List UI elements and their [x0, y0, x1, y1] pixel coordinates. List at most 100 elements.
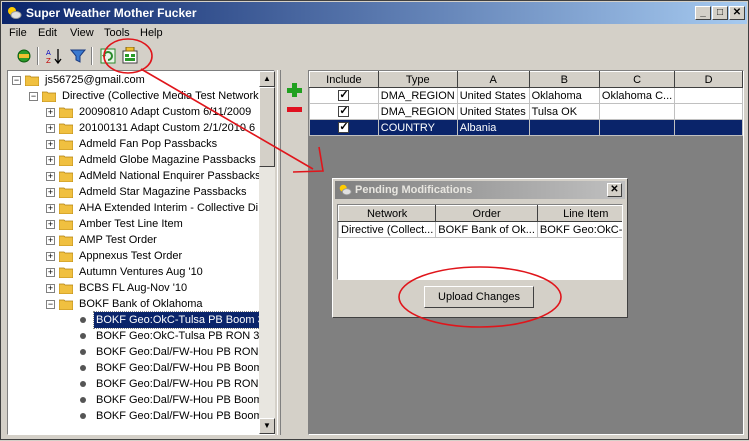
dialog-title-bar[interactable]: Pending Modifications ✕: [335, 181, 625, 199]
column-header-a[interactable]: A: [456, 71, 530, 88]
table-cell[interactable]: [598, 103, 676, 120]
column-header-include[interactable]: Include: [309, 71, 379, 88]
table-row[interactable]: DMA_REGION United States Tulsa OK: [309, 103, 743, 120]
table-cell[interactable]: BOKF Geo:OkC-...: [536, 221, 622, 238]
remove-icon[interactable]: [284, 101, 304, 119]
expand-icon[interactable]: +: [46, 108, 55, 117]
tree-item-label[interactable]: 20100131 Adapt Custom 2/1/2010 6: [77, 120, 257, 136]
expand-icon[interactable]: +: [46, 252, 55, 261]
tree-leaf-item[interactable]: BOKF Geo:OkC-Tulsa PB Boom 30: [8, 311, 274, 329]
tree-leaf-item[interactable]: BOKF Geo:Dal/FW-Hou PB Boom: [8, 392, 274, 408]
maximize-button[interactable]: □: [712, 6, 728, 20]
tree-folder-item[interactable]: + BCBS FL Aug-Nov '10: [8, 280, 274, 296]
table-cell[interactable]: [674, 119, 743, 136]
table-cell[interactable]: DMA_REGION: [377, 87, 458, 104]
table-row[interactable]: DMA_REGION United States Oklahoma Oklaho…: [309, 87, 743, 104]
tree-folder-item[interactable]: + Admeld Globe Magazine Passbacks: [8, 152, 274, 168]
tree-item-label[interactable]: BOKF Geo:Dal/FW-Hou PB RON 3: [94, 344, 270, 360]
tree-view[interactable]: − js56725@gmail.com − Directive (Collective…: [7, 70, 275, 435]
title-bar[interactable]: Super Weather Mother Fucker _ □ ✕: [2, 2, 747, 24]
dialog-close-button[interactable]: ✕: [607, 183, 622, 197]
include-checkbox[interactable]: [338, 89, 350, 102]
tree-leaf-item[interactable]: BOKF Geo:Dal/FW-Hou PB RON 3: [8, 344, 274, 360]
tree-item-label[interactable]: Directive (Collective Media Test Network: [60, 88, 261, 104]
tree-folder-item[interactable]: + Admeld Fan Pop Passbacks: [8, 136, 274, 152]
column-header-type[interactable]: Type: [377, 71, 458, 88]
include-checkbox-cell[interactable]: [309, 103, 379, 120]
refresh-icon[interactable]: [99, 47, 117, 65]
expand-icon[interactable]: +: [46, 188, 55, 197]
include-checkbox[interactable]: [338, 105, 350, 118]
menu-edit[interactable]: Edit: [38, 27, 57, 39]
table-cell[interactable]: [598, 119, 676, 136]
table-cell[interactable]: Albania: [456, 119, 530, 136]
expand-icon[interactable]: +: [46, 220, 55, 229]
tree-folder-item[interactable]: +20090810 Adapt Custom 6/11/2009: [8, 104, 274, 120]
table-cell[interactable]: United States: [456, 87, 530, 104]
menu-tools[interactable]: Tools: [104, 27, 130, 39]
table-cell[interactable]: COUNTRY: [377, 119, 458, 136]
minimize-button[interactable]: _: [695, 6, 711, 20]
tree-item-label[interactable]: Autumn Ventures Aug '10: [77, 264, 205, 280]
tree-folder-item[interactable]: + Amber Test Line Item: [8, 216, 274, 232]
add-icon[interactable]: [284, 81, 304, 99]
scroll-down-button[interactable]: ▼: [259, 418, 275, 434]
tree-folder-item[interactable]: + AdMeld National Enquirer Passbacks: [8, 168, 274, 184]
collapse-icon[interactable]: −: [29, 92, 38, 101]
tree-item-label[interactable]: Admeld Globe Magazine Passbacks: [77, 152, 258, 168]
pane-splitter[interactable]: [277, 70, 281, 435]
expand-icon[interactable]: +: [46, 204, 55, 213]
table-cell[interactable]: [528, 119, 600, 136]
connect-icon[interactable]: [15, 47, 33, 65]
table-cell[interactable]: Oklahoma: [528, 87, 600, 104]
expand-icon[interactable]: +: [46, 140, 55, 149]
table-cell[interactable]: BOKF Bank of Ok...: [435, 221, 538, 238]
tree-scrollbar[interactable]: ▲ ▼: [259, 71, 275, 434]
tree-item-label[interactable]: Appnexus Test Order: [77, 248, 184, 264]
table-cell[interactable]: United States: [456, 103, 530, 120]
table-cell[interactable]: DMA_REGION: [377, 103, 458, 120]
tree-folder-item[interactable]: +20100131 Adapt Custom 2/1/2010 6: [8, 120, 274, 136]
tree-folder-item[interactable]: + AMP Test Order: [8, 232, 274, 248]
table-row[interactable]: Directive (Collect... BOKF Bank of Ok...…: [338, 221, 622, 238]
tree-leaf-item[interactable]: BOKF Geo:Dal/FW-Hou PB Boom: [8, 360, 274, 376]
tree-item-label[interactable]: BOKF Geo:Dal/FW-Hou PB Boom: [94, 392, 265, 408]
tree-item-label[interactable]: BOKF Geo:OkC-Tulsa PB RON 30: [94, 328, 268, 344]
tree-item-label[interactable]: Amber Test Line Item: [77, 216, 185, 232]
column-header-network[interactable]: Network: [338, 205, 437, 222]
tree-folder-item[interactable]: + Admeld Star Magazine Passbacks: [8, 184, 274, 200]
tree-folder-item[interactable]: − BOKF Bank of Oklahoma: [8, 296, 274, 312]
tree-item-label[interactable]: AHA Extended Interim - Collective Di: [77, 200, 260, 216]
column-header-line-item[interactable]: Line Item: [536, 205, 622, 222]
table-row-selected[interactable]: COUNTRY Albania: [309, 119, 743, 136]
sort-az-icon[interactable]: A Z: [45, 47, 63, 65]
collapse-icon[interactable]: −: [12, 76, 21, 85]
upload-changes-button[interactable]: Upload Changes: [424, 286, 534, 308]
menu-help[interactable]: Help: [140, 27, 163, 39]
tree-item-label[interactable]: js56725@gmail.com: [43, 72, 147, 88]
expand-icon[interactable]: +: [46, 284, 55, 293]
tree-item-label[interactable]: 20090810 Adapt Custom 6/11/2009: [77, 104, 253, 120]
menu-view[interactable]: View: [70, 27, 94, 39]
tree-item-label[interactable]: BOKF Geo:Dal/FW-Hou PB RON 3: [94, 376, 270, 392]
table-cell[interactable]: Tulsa OK: [528, 103, 600, 120]
expand-icon[interactable]: +: [46, 172, 55, 181]
expand-icon[interactable]: +: [46, 124, 55, 133]
scroll-up-button[interactable]: ▲: [259, 71, 275, 87]
tree-item-label[interactable]: Admeld Star Magazine Passbacks: [77, 184, 249, 200]
tree-folder-item[interactable]: − js56725@gmail.com: [8, 72, 274, 88]
menu-file[interactable]: File: [9, 27, 27, 39]
expand-icon[interactable]: +: [46, 236, 55, 245]
tree-folder-item[interactable]: − Directive (Collective Media Test Networ…: [8, 88, 274, 104]
table-cell[interactable]: Oklahoma C...: [598, 87, 676, 104]
tree-folder-item[interactable]: + AHA Extended Interim - Collective Di: [8, 200, 274, 216]
close-button[interactable]: ✕: [729, 6, 745, 20]
column-header-order[interactable]: Order: [435, 205, 538, 222]
tree-item-label[interactable]: BOKF Bank of Oklahoma: [77, 296, 205, 312]
filter-icon[interactable]: [69, 47, 87, 65]
tree-leaf-item[interactable]: BOKF Geo:Dal/FW-Hou PB Boom: [8, 408, 274, 424]
table-cell[interactable]: [674, 103, 743, 120]
include-checkbox-cell[interactable]: [309, 119, 379, 136]
column-header-d[interactable]: D: [674, 71, 743, 88]
tree-leaf-item[interactable]: BOKF Geo:Dal/FW-Hou PB RON 3: [8, 376, 274, 392]
